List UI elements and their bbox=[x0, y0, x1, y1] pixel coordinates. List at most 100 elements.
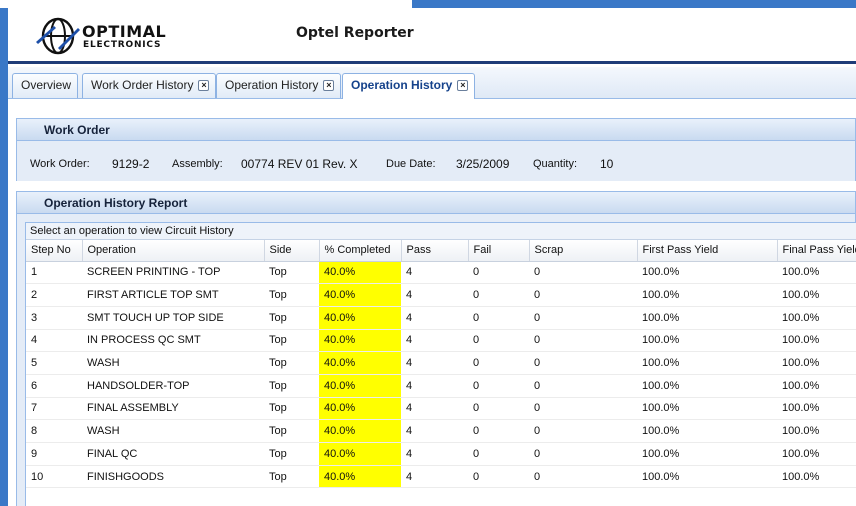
table-row[interactable]: 9 FINAL QC Top 40.0% 4 0 0 100.0% 100.0% bbox=[26, 442, 856, 466]
cell-first-pass-yield: 100.0% bbox=[637, 419, 777, 443]
cell-step-no: 6 bbox=[26, 374, 82, 398]
cell-pass: 4 bbox=[401, 283, 468, 307]
app-window: OPTIMAL ELECTRONICS Optel Reporter Overv… bbox=[8, 8, 856, 506]
table-row[interactable]: 2 FIRST ARTICLE TOP SMT Top 40.0% 4 0 0 100.0% 1… bbox=[26, 283, 856, 307]
tab-operation-history-active[interactable]: Operation History × bbox=[342, 73, 476, 99]
work-order-panel-title: Work Order bbox=[17, 119, 855, 141]
work-order-label: Work Order: bbox=[30, 158, 90, 170]
cell-step-no: 7 bbox=[26, 397, 82, 421]
cell-fail: 0 bbox=[468, 261, 529, 285]
tab-bar: Overview Work Order History × Operation H… bbox=[8, 67, 856, 99]
tab-label: Work Order History bbox=[91, 78, 194, 92]
assembly-value: 00774 REV 01 Rev. X bbox=[241, 157, 358, 171]
operation-grid: Select an operation to view Circuit Hist… bbox=[25, 222, 856, 506]
work-order-value: 9129-2 bbox=[112, 157, 150, 171]
tab-overview[interactable]: Overview bbox=[12, 73, 79, 98]
cell-percent-completed: 40.0% bbox=[319, 329, 401, 353]
cell-side: Top bbox=[264, 329, 319, 353]
cell-pass: 4 bbox=[401, 419, 468, 443]
cell-step-no: 5 bbox=[26, 351, 82, 375]
tab-content: Work Order Work Order: 9129-2 Assembly: … bbox=[8, 100, 856, 506]
cell-first-pass-yield: 100.0% bbox=[637, 442, 777, 466]
cell-operation: WASH bbox=[82, 419, 264, 443]
close-icon[interactable]: × bbox=[457, 80, 469, 91]
cell-operation: FINAL ASSEMBLY bbox=[82, 397, 264, 421]
cell-step-no: 9 bbox=[26, 442, 82, 466]
due-date-value: 3/25/2009 bbox=[456, 157, 510, 171]
column-header-pass[interactable]: Pass bbox=[401, 240, 469, 262]
cell-fail: 0 bbox=[468, 283, 529, 307]
cell-side: Top bbox=[264, 442, 319, 466]
cell-percent-completed: 40.0% bbox=[319, 419, 401, 443]
cell-step-no: 4 bbox=[26, 329, 82, 353]
app-header: OPTIMAL ELECTRONICS Optel Reporter bbox=[8, 8, 856, 64]
tab-label: Overview bbox=[21, 78, 72, 92]
work-order-details: Work Order: 9129-2 Assembly: 00774 REV 0… bbox=[17, 141, 855, 181]
cell-operation: HANDSOLDER-TOP bbox=[82, 374, 264, 398]
column-header-side[interactable]: Side bbox=[264, 240, 320, 262]
column-header-final-pass-yield[interactable]: Final Pass Yield bbox=[777, 240, 856, 262]
column-header-step-no[interactable]: Step No bbox=[26, 240, 83, 262]
table-row[interactable]: 6 HANDSOLDER-TOP Top 40.0% 4 0 0 100.0% 100.0% bbox=[26, 374, 856, 398]
close-icon[interactable]: × bbox=[198, 80, 210, 91]
tab-operation-history-1[interactable]: Operation History × bbox=[216, 73, 342, 98]
table-row[interactable]: 4 IN PROCESS QC SMT Top 40.0% 4 0 0 100.0% 100.0… bbox=[26, 329, 856, 353]
cell-side: Top bbox=[264, 261, 319, 285]
cell-final-pass-yield: 100.0% bbox=[777, 283, 856, 307]
column-header-operation[interactable]: Operation bbox=[82, 240, 265, 262]
column-header-percent-completed[interactable]: % Completed bbox=[319, 240, 402, 262]
app-title: Optel Reporter bbox=[296, 25, 414, 41]
cell-final-pass-yield: 100.0% bbox=[777, 442, 856, 466]
cell-final-pass-yield: 100.0% bbox=[777, 419, 856, 443]
due-date-label: Due Date: bbox=[386, 158, 436, 170]
table-row[interactable]: 5 WASH Top 40.0% 4 0 0 100.0% 100.0% bbox=[26, 351, 856, 375]
operation-table: Step No Operation Side % Completed Pass … bbox=[26, 240, 856, 489]
cell-fail: 0 bbox=[468, 329, 529, 353]
table-row[interactable]: 8 WASH Top 40.0% 4 0 0 100.0% 100.0% bbox=[26, 419, 856, 443]
globe-logo-icon bbox=[36, 17, 80, 55]
cell-percent-completed: 40.0% bbox=[319, 397, 401, 421]
cell-pass: 4 bbox=[401, 329, 468, 353]
cell-fail: 0 bbox=[468, 465, 529, 489]
cell-first-pass-yield: 100.0% bbox=[637, 283, 777, 307]
quantity-label: Quantity: bbox=[533, 158, 578, 170]
column-header-fail[interactable]: Fail bbox=[468, 240, 530, 262]
cell-step-no: 3 bbox=[26, 306, 82, 330]
cell-percent-completed: 40.0% bbox=[319, 351, 401, 375]
cell-final-pass-yield: 100.0% bbox=[777, 261, 856, 285]
cell-final-pass-yield: 100.0% bbox=[777, 329, 856, 353]
cell-side: Top bbox=[264, 374, 319, 398]
column-header-scrap[interactable]: Scrap bbox=[529, 240, 638, 262]
cell-first-pass-yield: 100.0% bbox=[637, 465, 777, 489]
close-icon[interactable]: × bbox=[323, 80, 335, 91]
cell-side: Top bbox=[264, 351, 319, 375]
cell-scrap: 0 bbox=[529, 329, 637, 353]
cell-scrap: 0 bbox=[529, 306, 637, 330]
cell-operation: SMT TOUCH UP TOP SIDE bbox=[82, 306, 264, 330]
cell-scrap: 0 bbox=[529, 374, 637, 398]
cell-first-pass-yield: 100.0% bbox=[637, 397, 777, 421]
cell-percent-completed: 40.0% bbox=[319, 283, 401, 307]
quantity-value: 10 bbox=[600, 157, 614, 171]
column-header-first-pass-yield[interactable]: First Pass Yield bbox=[637, 240, 778, 262]
cell-scrap: 0 bbox=[529, 465, 637, 489]
cell-side: Top bbox=[264, 283, 319, 307]
tab-label: Operation History bbox=[351, 78, 453, 92]
cell-operation: WASH bbox=[82, 351, 264, 375]
cell-scrap: 0 bbox=[529, 419, 637, 443]
table-row[interactable]: 10 FINISHGOODS Top 40.0% 4 0 0 100.0% 100.0% bbox=[26, 465, 856, 489]
cell-pass: 4 bbox=[401, 397, 468, 421]
cell-scrap: 0 bbox=[529, 442, 637, 466]
cell-side: Top bbox=[264, 397, 319, 421]
table-row[interactable]: 1 SCREEN PRINTING - TOP Top 40.0% 4 0 0 100.0% 1… bbox=[26, 261, 856, 285]
cell-pass: 4 bbox=[401, 442, 468, 466]
cell-final-pass-yield: 100.0% bbox=[777, 306, 856, 330]
cell-percent-completed: 40.0% bbox=[319, 261, 401, 285]
cell-fail: 0 bbox=[468, 397, 529, 421]
table-row[interactable]: 3 SMT TOUCH UP TOP SIDE Top 40.0% 4 0 0 100.0% 1… bbox=[26, 306, 856, 330]
tab-work-order-history[interactable]: Work Order History × bbox=[82, 73, 217, 98]
grid-caption: Select an operation to view Circuit Hist… bbox=[26, 223, 856, 240]
cell-operation: SCREEN PRINTING - TOP bbox=[82, 261, 264, 285]
brand-name: OPTIMAL bbox=[82, 22, 167, 41]
table-row[interactable]: 7 FINAL ASSEMBLY Top 40.0% 4 0 0 100.0% 100.0% bbox=[26, 397, 856, 421]
